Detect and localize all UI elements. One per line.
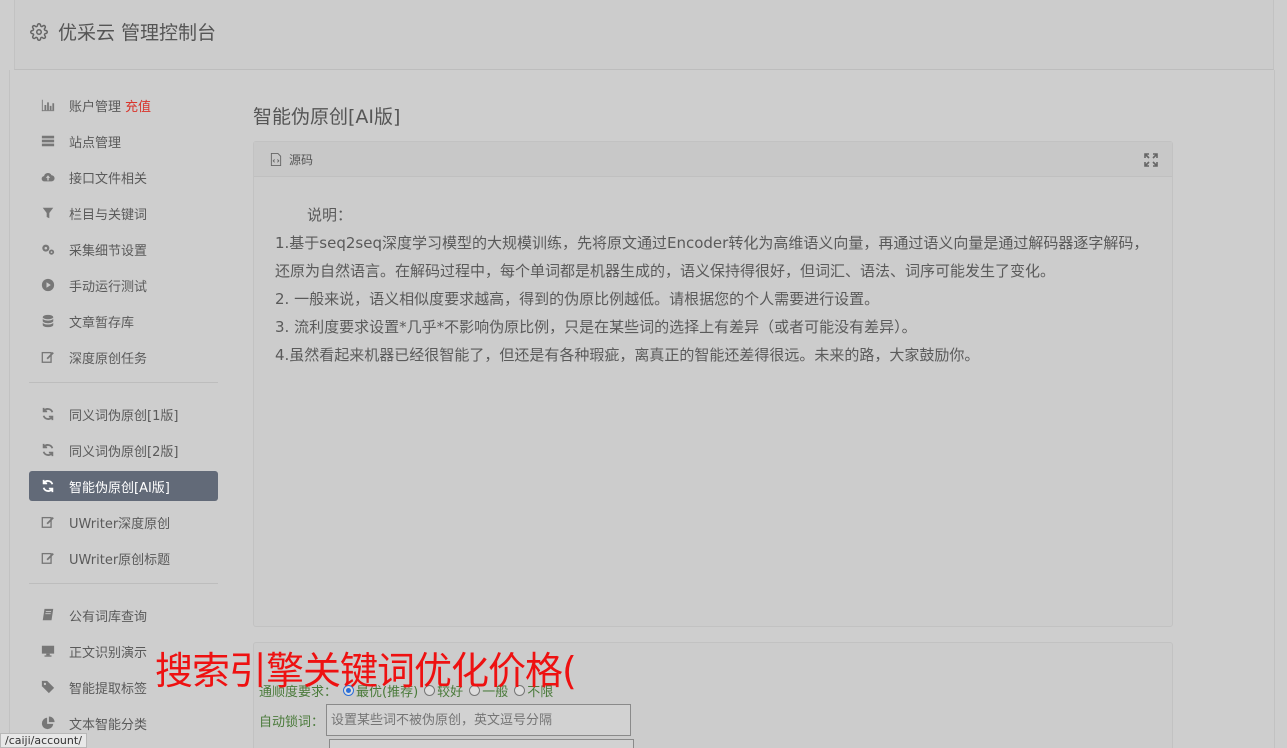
filter-icon: [40, 205, 56, 221]
sidebar-item-label: 文本智能分类: [69, 717, 148, 733]
description-line: 4.虽然看起来机器已经很智能了，但还是有各种瑕疵，离真正的智能还差得很远。未来的…: [275, 346, 980, 364]
sidebar-item-uwriter-title[interactable]: UWriter原创标题: [29, 543, 218, 573]
sidebar-item-uwriter-deep[interactable]: UWriter深度原创: [29, 507, 218, 537]
sidebar-item-label: 采集细节设置: [69, 243, 148, 259]
sidebar-item-columns-keywords[interactable]: 栏目与关键词: [29, 198, 218, 228]
sidebar-item-label: 手动运行测试: [69, 279, 148, 295]
edit-icon: [40, 349, 56, 365]
sidebar-item-label: 正文识别演示: [69, 645, 148, 661]
refresh-icon: [40, 442, 56, 458]
app-title: 优采云 管理控制台: [58, 22, 217, 44]
page-title: 智能伪原创[AI版]: [253, 106, 401, 128]
sidebar-item-article-store[interactable]: 文章暂存库: [29, 306, 218, 336]
recharge-link[interactable]: 充值: [125, 96, 151, 115]
description-line: 3. 流利度要求设置*几乎*不影响伪原比例，只是在某些词的选择上有差异（或者可能…: [275, 318, 917, 336]
sidebar-item-synonym-v1[interactable]: 同义词伪原创[1版]: [29, 399, 218, 429]
sidebar-item-label: 账户管理: [69, 99, 122, 115]
sidebar-divider: [29, 382, 218, 383]
edit-icon: [40, 514, 56, 530]
sidebar-item-collect-settings[interactable]: 采集细节设置: [29, 234, 218, 264]
play-circle-icon: [40, 277, 56, 293]
sidebar-item-public-lexicon[interactable]: 公有词库查询: [29, 600, 218, 630]
sidebar-item-label: 站点管理: [69, 135, 122, 151]
lock-row: 自动锁词：: [259, 704, 632, 736]
server-icon: [40, 133, 56, 149]
sidebar-item-interface-files[interactable]: 接口文件相关: [29, 162, 218, 192]
top-bar: 优采云 管理控制台: [14, 0, 1274, 70]
panel-body: 说明： 1.基于seq2seq深度学习模型的大规模训练，先将原文通过Encode…: [254, 177, 1172, 369]
file-code-icon: [270, 152, 282, 166]
lock-words-input[interactable]: [326, 704, 632, 736]
panel-header-label: 源码: [289, 152, 314, 167]
lock-label: 自动锁词：: [259, 714, 325, 730]
tag-icon: [40, 679, 56, 695]
source-panel: 源码 说明： 1.基于seq2seq深度学习模型的大规模训练，先将原文通过Enc…: [253, 141, 1173, 627]
sidebar-item-label: 公有词库查询: [69, 609, 148, 625]
brand[interactable]: 优采云 管理控制台: [30, 18, 216, 45]
sidebar-item-ai-rewrite[interactable]: 智能伪原创[AI版]: [29, 471, 218, 501]
sidebar-divider: [29, 583, 218, 584]
panel-header: 源码: [254, 142, 1172, 177]
sidebar-item-account[interactable]: 账户管理 充值: [29, 90, 218, 120]
sidebar-item-deep-original[interactable]: 深度原创任务: [29, 342, 218, 372]
page-edge: [1274, 70, 1275, 748]
sidebar-item-label: 同义词伪原创[1版]: [69, 408, 179, 424]
refresh-icon: [40, 406, 56, 422]
page-edge: [9, 70, 10, 748]
cloud-upload-icon: [40, 169, 56, 185]
sidebar-item-label: 同义词伪原创[2版]: [69, 444, 179, 460]
sidebar-item-sites[interactable]: 站点管理: [29, 126, 218, 156]
monitor-icon: [40, 643, 56, 659]
gears-icon: [40, 241, 56, 257]
sidebar-item-label: UWriter原创标题: [69, 552, 171, 568]
sidebar-item-manual-run[interactable]: 手动运行测试: [29, 270, 218, 300]
status-bar-url: /caiji/account/: [0, 733, 87, 748]
intro-text: 说明：: [307, 206, 353, 224]
sidebar-item-label: 智能提取标签: [69, 681, 148, 697]
edit-icon: [40, 550, 56, 566]
bar-chart-icon: [40, 97, 56, 113]
sidebar-item-label: UWriter深度原创: [69, 516, 171, 532]
refresh-icon: [40, 478, 56, 494]
overlay-headline: 搜索引擎关键词优化价格(: [155, 649, 577, 693]
description-line: 2. 一般来说，语义相似度要求越高，得到的伪原比例越低。请根据您的个人需要进行设…: [275, 290, 880, 308]
description-line: 1.基于seq2seq深度学习模型的大规模训练，先将原文通过Encoder转化为…: [275, 234, 1149, 280]
gear-icon: [30, 22, 48, 41]
sidebar-item-label: 接口文件相关: [69, 171, 148, 187]
sidebar-item-label: 深度原创任务: [69, 351, 148, 367]
expand-icon[interactable]: [1144, 153, 1158, 167]
sidebar-item-synonym-v2[interactable]: 同义词伪原创[2版]: [29, 435, 218, 465]
book-icon: [40, 607, 56, 623]
sidebar-item-label: 文章暂存库: [69, 315, 135, 331]
sidebar-item-label: 栏目与关键词: [69, 207, 148, 223]
database-icon: [40, 313, 56, 329]
text-area[interactable]: [329, 739, 634, 748]
pie-chart-icon: [40, 715, 56, 731]
sidebar-item-label: 智能伪原创[AI版]: [69, 480, 170, 496]
